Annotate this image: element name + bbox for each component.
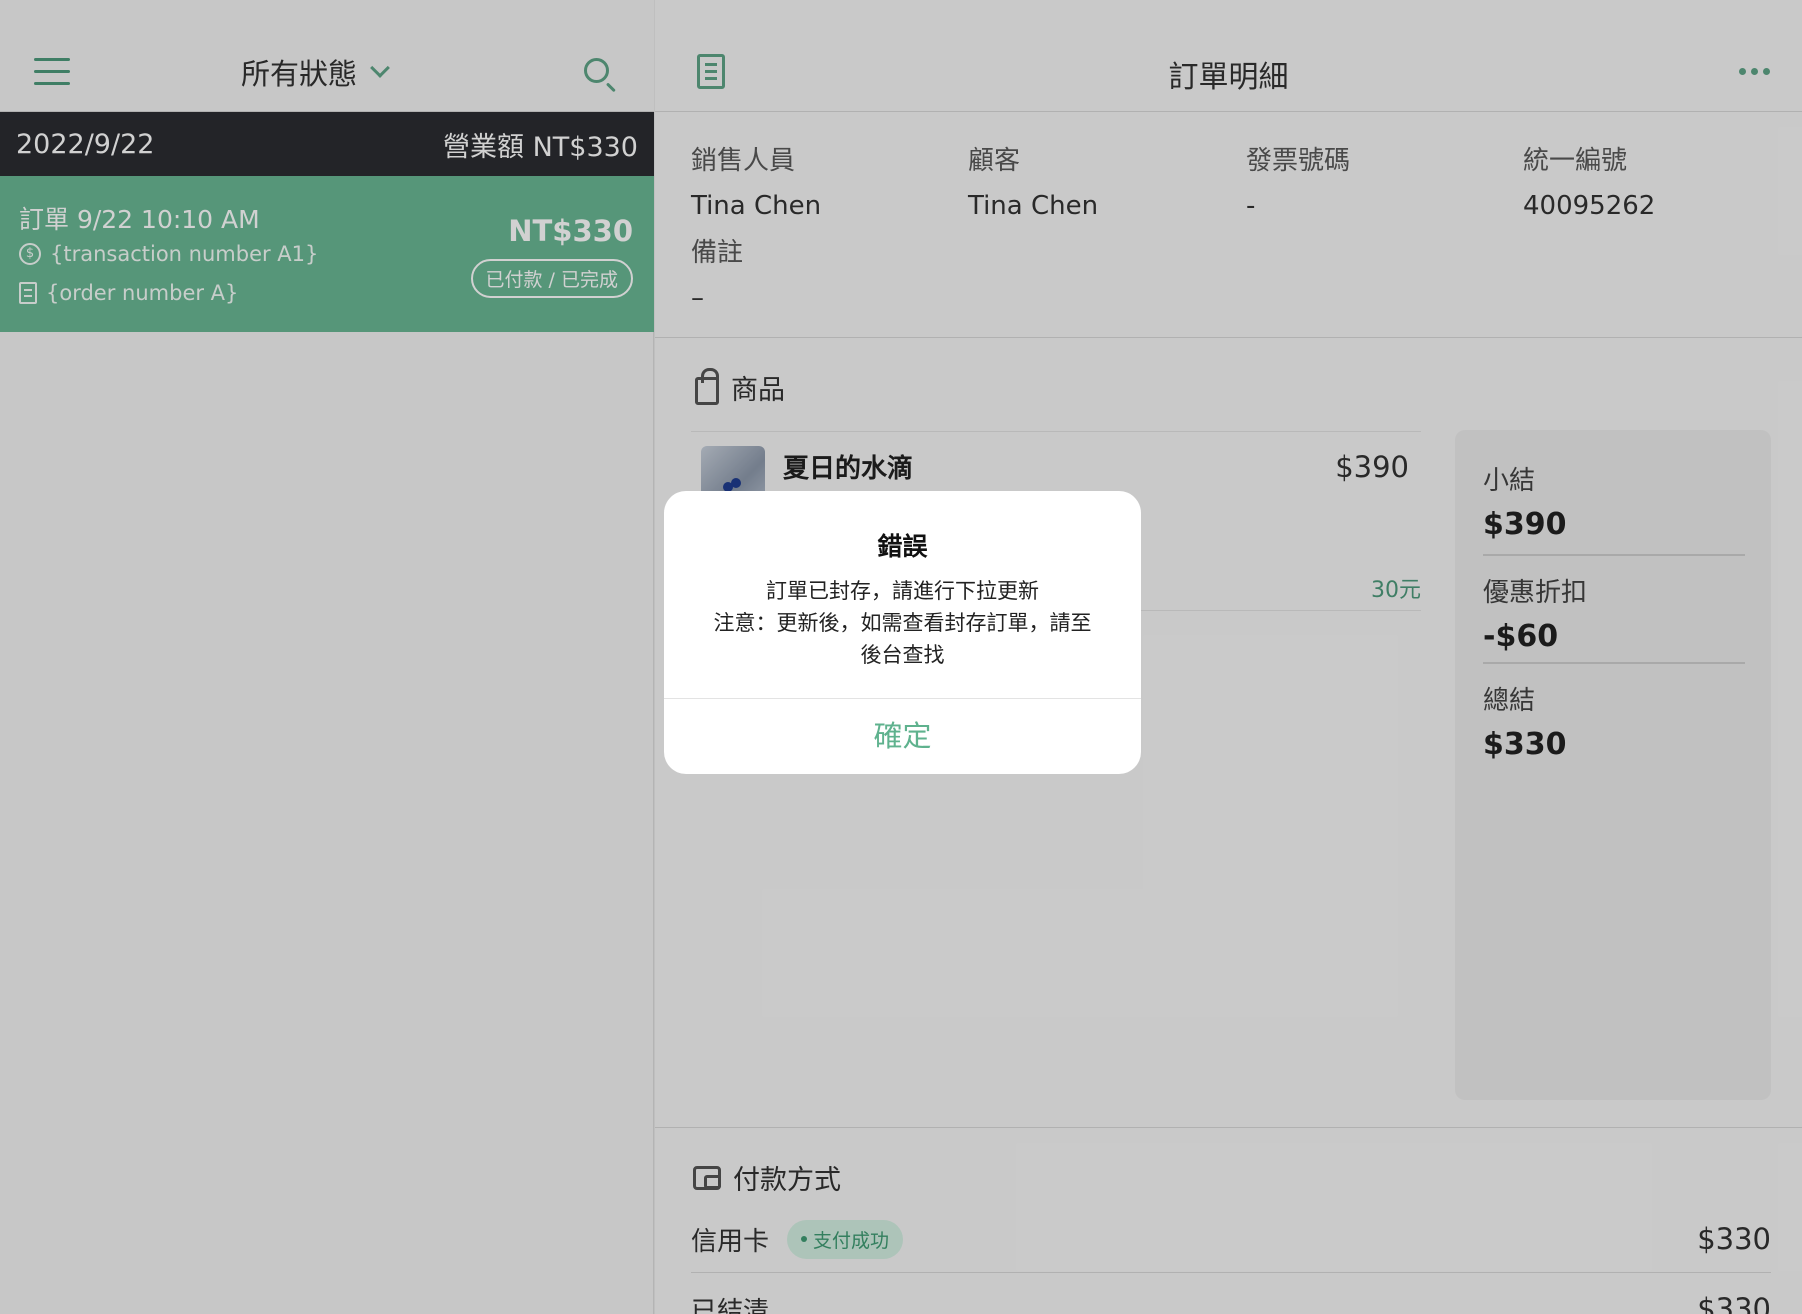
dialog-message-line: 後台查找: [860, 643, 945, 667]
dialog-title: 錯誤: [877, 532, 928, 561]
dialog-message-line: 訂單已封存，請進行下拉更新: [766, 579, 1039, 603]
dialog-message-line: 注意：更新後，如需查看封存訂單，請至: [713, 611, 1092, 635]
confirm-button[interactable]: 確定: [664, 699, 1141, 774]
error-dialog: 錯誤 訂單已封存，請進行下拉更新 注意：更新後，如需查看封存訂單，請至 後台查找…: [664, 491, 1141, 774]
dialog-message: 訂單已封存，請進行下拉更新 注意：更新後，如需查看封存訂單，請至 後台查找: [664, 575, 1141, 671]
